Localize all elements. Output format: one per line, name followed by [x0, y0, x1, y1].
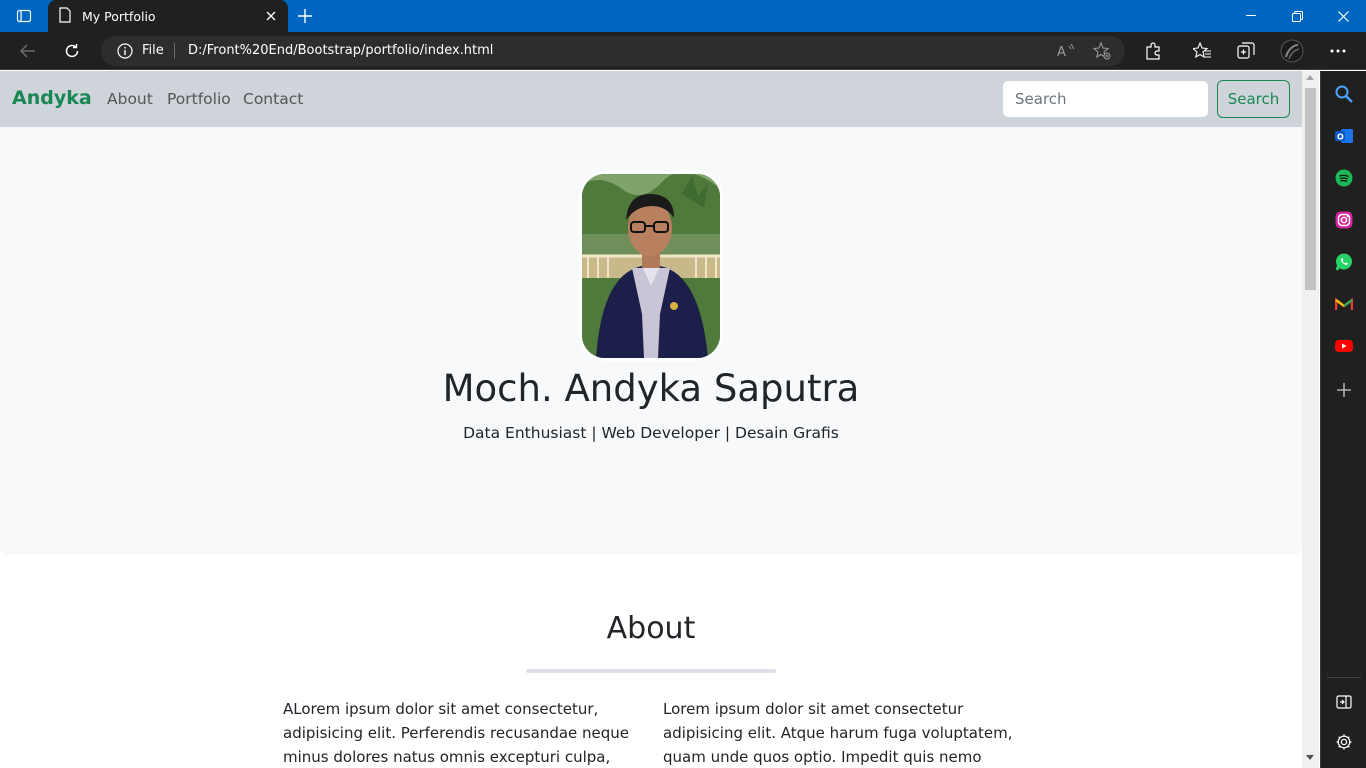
outlook-icon[interactable]: O: [1333, 125, 1355, 147]
nav-link-contact[interactable]: Contact: [243, 90, 303, 108]
browser-tab[interactable]: My Portfolio: [48, 0, 288, 32]
hero-name: Moch. Andyka Saputra: [442, 367, 860, 410]
back-icon[interactable]: [13, 37, 43, 65]
refresh-icon[interactable]: [57, 37, 87, 65]
browser-titlebar: My Portfolio: [0, 0, 1366, 32]
about-text-right: Lorem ipsum dolor sit amet consectetur a…: [663, 700, 1013, 766]
gmail-icon[interactable]: [1333, 293, 1355, 315]
restore-icon[interactable]: [1274, 0, 1320, 32]
more-menu-icon[interactable]: [1323, 37, 1353, 65]
scroll-thumb[interactable]: [1305, 88, 1316, 290]
youtube-icon[interactable]: [1333, 335, 1355, 357]
profile-avatar[interactable]: [1277, 37, 1307, 65]
collections-icon[interactable]: [1231, 37, 1261, 65]
nav-link-about[interactable]: About: [107, 90, 153, 108]
search-input[interactable]: [1002, 80, 1209, 118]
favorites-icon[interactable]: [1187, 37, 1217, 65]
address-divider: [174, 43, 175, 59]
extensions-icon[interactable]: [1138, 37, 1168, 65]
scroll-up-arrow-icon[interactable]: [1306, 75, 1314, 80]
add-icon[interactable]: [1333, 379, 1355, 401]
page-viewport: Andyka About Portfolio Contact Search Se…: [0, 71, 1302, 768]
address-prefix: File: [142, 43, 164, 58]
browser-toolbar: File D:/Front%20End/Bootstrap/portfolio/…: [0, 32, 1366, 70]
nav-link-portfolio[interactable]: Portfolio: [167, 90, 231, 108]
whatsapp-icon[interactable]: [1333, 251, 1355, 273]
svg-text:O: O: [1337, 133, 1344, 142]
tab-title: My Portfolio: [82, 8, 156, 24]
settings-icon[interactable]: [1333, 731, 1355, 753]
browser-sidebar: O: [1320, 71, 1366, 768]
about-divider: [526, 669, 776, 673]
page-icon: [58, 6, 72, 26]
info-icon[interactable]: [117, 43, 133, 63]
add-favorite-icon[interactable]: [1092, 41, 1112, 61]
scroll-down-arrow-icon[interactable]: [1306, 755, 1314, 760]
about-heading: About: [606, 611, 696, 646]
hero-subtitle: Data Enthusiast | Web Developer | Desain…: [463, 424, 839, 442]
profile-photo: [579, 171, 723, 361]
svg-text:A: A: [1057, 45, 1066, 59]
close-window-icon[interactable]: [1320, 0, 1366, 32]
new-tab-icon[interactable]: [292, 4, 318, 28]
instagram-icon[interactable]: [1333, 209, 1355, 231]
read-aloud-icon[interactable]: A: [1056, 41, 1076, 61]
site-navbar: Andyka About Portfolio Contact Search: [0, 71, 1302, 127]
brand-link[interactable]: Andyka: [12, 87, 92, 109]
hero-section: Moch. Andyka Saputra Data Enthusiast | W…: [0, 127, 1302, 555]
search-button[interactable]: Search: [1217, 80, 1290, 118]
minimize-icon[interactable]: [1228, 0, 1274, 32]
spotify-icon[interactable]: [1333, 167, 1355, 189]
panel-icon[interactable]: [1333, 691, 1355, 713]
about-text-left: ALorem ipsum dolor sit amet consectetur,…: [283, 700, 630, 766]
address-bar[interactable]: File D:/Front%20End/Bootstrap/portfolio/…: [101, 36, 1125, 66]
page-scrollbar[interactable]: [1302, 71, 1319, 768]
tab-actions-icon[interactable]: [0, 0, 48, 32]
close-tab-icon[interactable]: [260, 5, 282, 27]
search-icon[interactable]: [1333, 83, 1355, 105]
url-text[interactable]: D:/Front%20End/Bootstrap/portfolio/index…: [188, 43, 493, 58]
sidebar-divider: [1327, 677, 1361, 678]
